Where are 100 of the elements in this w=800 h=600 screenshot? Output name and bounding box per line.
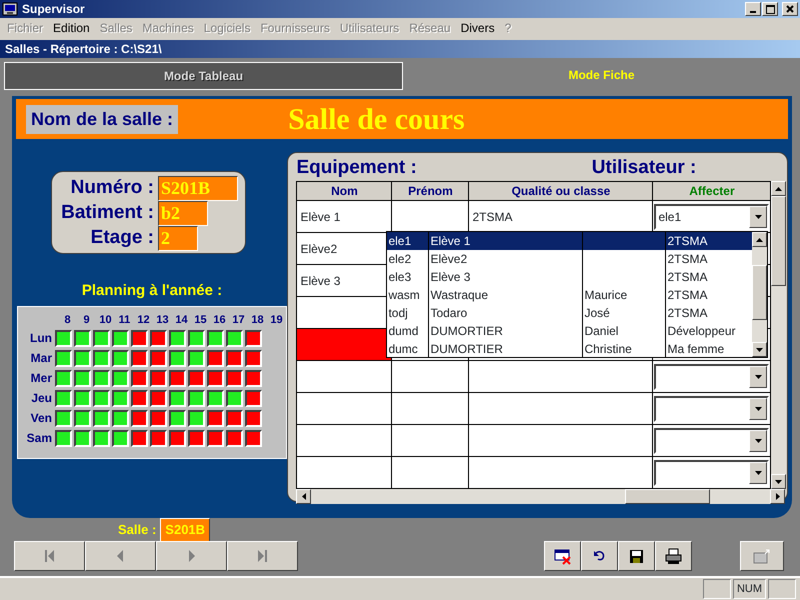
previous-record-button[interactable]: [85, 541, 156, 571]
dropdown-button[interactable]: [749, 206, 768, 228]
scroll-thumb[interactable]: [752, 265, 768, 320]
time-slot[interactable]: [131, 430, 148, 446]
dropdown-option[interactable]: wasm Wastraque Maurice 2TSMA: [387, 286, 752, 304]
scroll-down-button[interactable]: [771, 474, 786, 489]
dropdown-button[interactable]: [749, 430, 768, 452]
time-slot[interactable]: [112, 410, 129, 426]
time-slot[interactable]: [226, 430, 243, 446]
time-slot[interactable]: [245, 350, 262, 366]
horizontal-scrollbar[interactable]: [296, 489, 786, 504]
time-slot[interactable]: [188, 330, 205, 346]
time-slot[interactable]: [93, 370, 110, 386]
time-slot[interactable]: [226, 410, 243, 426]
vertical-scrollbar[interactable]: [752, 232, 768, 357]
next-record-button[interactable]: [156, 541, 227, 571]
close-form-button[interactable]: [740, 541, 784, 571]
time-slot[interactable]: [74, 330, 91, 346]
user-combo[interactable]: [654, 460, 770, 486]
delete-record-button[interactable]: [544, 541, 581, 571]
time-slot[interactable]: [245, 390, 262, 406]
time-slot[interactable]: [55, 330, 72, 346]
time-slot[interactable]: [207, 350, 224, 366]
time-slot[interactable]: [55, 410, 72, 426]
time-slot[interactable]: [93, 410, 110, 426]
time-slot[interactable]: [150, 430, 167, 446]
dropdown-option[interactable]: ele3 Elève 3 2TSMA: [387, 268, 752, 286]
time-slot[interactable]: [112, 430, 129, 446]
time-slot[interactable]: [245, 370, 262, 386]
time-slot[interactable]: [207, 430, 224, 446]
field-value[interactable]: b2: [158, 201, 208, 226]
dropdown-button[interactable]: [749, 462, 768, 484]
time-slot[interactable]: [55, 390, 72, 406]
time-slot[interactable]: [207, 390, 224, 406]
time-slot[interactable]: [112, 370, 129, 386]
time-slot[interactable]: [150, 330, 167, 346]
scroll-up-button[interactable]: [752, 232, 768, 247]
dropdown-option[interactable]: ele1 Elève 1 2TSMA: [387, 232, 752, 250]
user-combo[interactable]: [654, 364, 770, 390]
time-slot[interactable]: [150, 370, 167, 386]
time-slot[interactable]: [207, 410, 224, 426]
time-slot[interactable]: [188, 350, 205, 366]
time-slot[interactable]: [226, 390, 243, 406]
time-slot[interactable]: [188, 410, 205, 426]
time-slot[interactable]: [245, 430, 262, 446]
time-slot[interactable]: [55, 370, 72, 386]
time-slot[interactable]: [188, 370, 205, 386]
first-record-button[interactable]: [14, 541, 85, 571]
time-slot[interactable]: [150, 390, 167, 406]
time-slot[interactable]: [55, 430, 72, 446]
time-slot[interactable]: [169, 430, 186, 446]
time-slot[interactable]: [131, 350, 148, 366]
time-slot[interactable]: [188, 430, 205, 446]
scroll-thumb[interactable]: [625, 489, 710, 504]
dropdown-button[interactable]: [749, 398, 768, 420]
time-slot[interactable]: [245, 330, 262, 346]
time-slot[interactable]: [74, 430, 91, 446]
scroll-up-button[interactable]: [771, 181, 786, 196]
scroll-right-button[interactable]: [770, 489, 786, 504]
time-slot[interactable]: [169, 330, 186, 346]
time-slot[interactable]: [226, 330, 243, 346]
time-slot[interactable]: [169, 390, 186, 406]
close-button[interactable]: [782, 2, 798, 16]
time-slot[interactable]: [131, 410, 148, 426]
field-value[interactable]: 2: [158, 226, 198, 251]
time-slot[interactable]: [93, 430, 110, 446]
time-slot[interactable]: [150, 410, 167, 426]
time-slot[interactable]: [74, 350, 91, 366]
user-combo[interactable]: [654, 428, 770, 454]
time-slot[interactable]: [245, 410, 262, 426]
scroll-left-button[interactable]: [296, 489, 312, 504]
last-record-button[interactable]: [227, 541, 298, 571]
time-slot[interactable]: [112, 350, 129, 366]
dropdown-option[interactable]: ele2 Elève2 2TSMA: [387, 250, 752, 268]
minimize-button[interactable]: [745, 2, 761, 16]
time-slot[interactable]: [169, 350, 186, 366]
field-value[interactable]: S201B: [158, 176, 238, 201]
vertical-scrollbar[interactable]: [771, 181, 786, 489]
time-slot[interactable]: [93, 390, 110, 406]
scroll-down-button[interactable]: [752, 342, 768, 357]
scroll-thumb[interactable]: [771, 196, 786, 286]
print-button[interactable]: [655, 541, 692, 571]
user-combo[interactable]: ele1: [654, 204, 770, 230]
time-slot[interactable]: [74, 410, 91, 426]
time-slot[interactable]: [131, 370, 148, 386]
dropdown-option[interactable]: dumd DUMORTIER Daniel Développeur: [387, 322, 752, 340]
time-slot[interactable]: [74, 390, 91, 406]
time-slot[interactable]: [226, 350, 243, 366]
time-slot[interactable]: [226, 370, 243, 386]
dropdown-button[interactable]: [749, 366, 768, 388]
maximize-button[interactable]: [762, 2, 778, 16]
time-slot[interactable]: [150, 350, 167, 366]
menu-item[interactable]: Divers: [456, 19, 500, 37]
time-slot[interactable]: [131, 390, 148, 406]
time-slot[interactable]: [188, 390, 205, 406]
user-combo[interactable]: [654, 396, 770, 422]
dropdown-option[interactable]: dumc DUMORTIER Christine Ma femme: [387, 340, 752, 358]
time-slot[interactable]: [207, 370, 224, 386]
tab[interactable]: Mode Tableau: [4, 62, 403, 90]
time-slot[interactable]: [55, 350, 72, 366]
